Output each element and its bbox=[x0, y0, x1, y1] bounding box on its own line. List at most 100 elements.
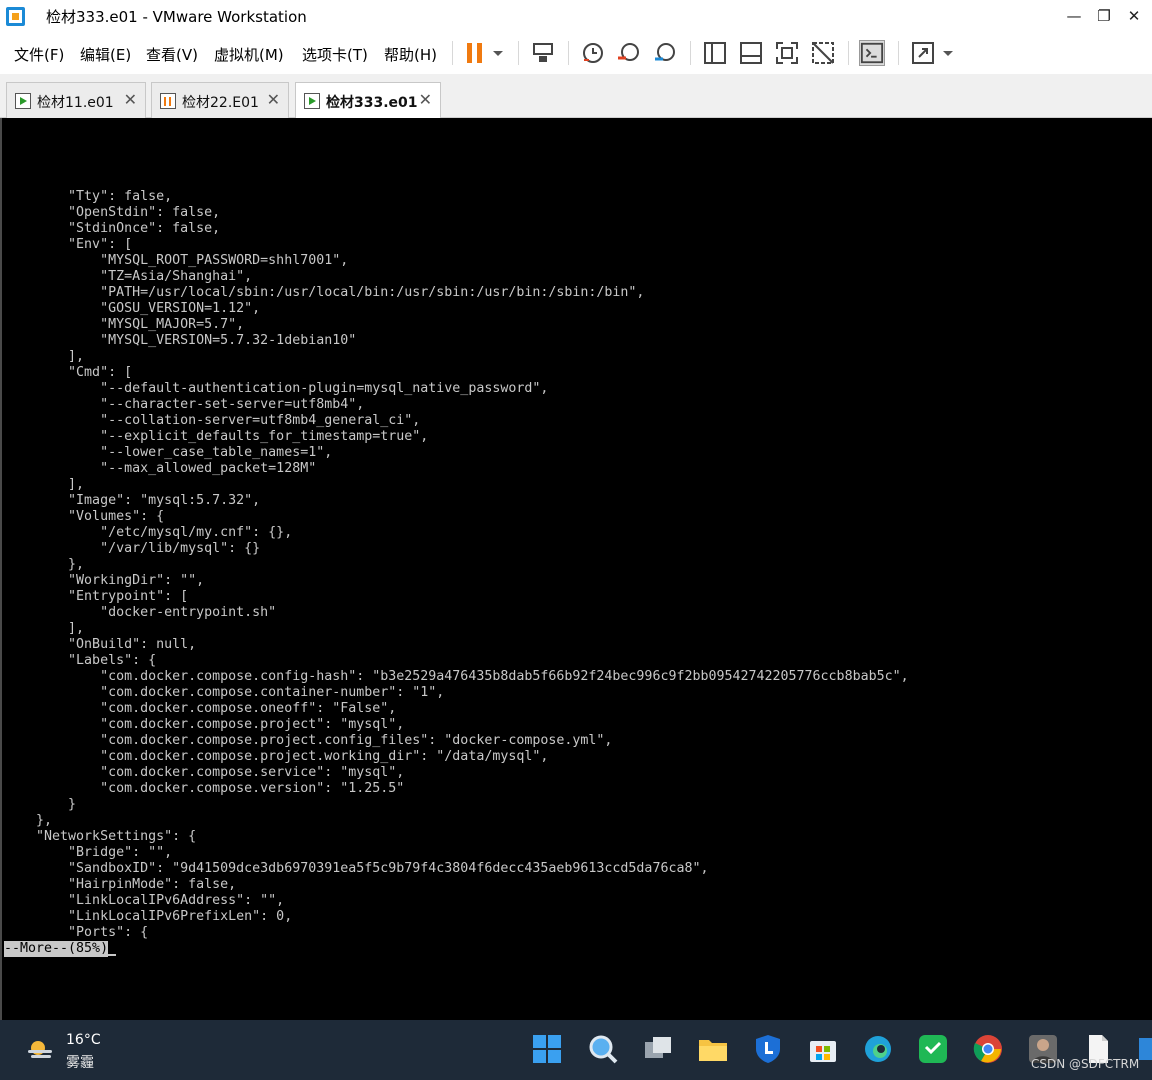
tab-close-icon[interactable]: ✕ bbox=[267, 90, 280, 109]
vm-paused-icon bbox=[160, 93, 176, 109]
console-line: "docker-entrypoint.sh" bbox=[4, 605, 277, 620]
weather-haze-icon[interactable] bbox=[26, 1038, 54, 1062]
restore-button[interactable]: ❐ bbox=[1090, 0, 1118, 32]
chrome-icon[interactable] bbox=[971, 1032, 1005, 1066]
vm-tab-bar: 检材11.e01 ✕ 检材22.E01 ✕ 检材333.e01 ✕ bbox=[0, 74, 1152, 118]
menu-vm[interactable]: 虚拟机(M) bbox=[214, 44, 284, 65]
console-line: ], bbox=[4, 477, 85, 492]
thumbnail-bar-icon[interactable] bbox=[738, 40, 764, 66]
console-line: "WorkingDir": "", bbox=[4, 573, 205, 588]
start-icon[interactable] bbox=[530, 1032, 564, 1066]
menu-edit[interactable]: 编辑(E) bbox=[80, 44, 131, 65]
show-library-icon[interactable] bbox=[702, 40, 728, 66]
console-line: }, bbox=[4, 813, 53, 828]
console-line: "/etc/mysql/my.cnf": {}, bbox=[4, 525, 293, 540]
console-line: "MYSQL_VERSION=5.7.32-1debian10" bbox=[4, 333, 357, 348]
console-line: "--lower_case_table_names=1", bbox=[4, 445, 333, 460]
weather-temperature: 16°C bbox=[66, 1032, 101, 1048]
console-line: "--explicit_defaults_for_timestamp=true"… bbox=[4, 429, 429, 444]
console-line: "Labels": { bbox=[4, 653, 157, 668]
console-line: "/var/lib/mysql": {} bbox=[4, 541, 261, 556]
console-line: "com.docker.compose.container-number": "… bbox=[4, 685, 445, 700]
windows-taskbar: 16°C 雾霾 CSDN @SDFCTRM bbox=[0, 1020, 1152, 1080]
search-icon[interactable] bbox=[586, 1032, 620, 1066]
text-cursor bbox=[108, 954, 116, 956]
console-line: "Volumes": { bbox=[4, 509, 165, 524]
stretch-guest-icon[interactable] bbox=[910, 40, 936, 66]
toolbar-separator bbox=[848, 41, 849, 65]
console-line: "--character-set-server=utf8mb4", bbox=[4, 397, 365, 412]
window-title: 检材333.e01 - VMware Workstation bbox=[46, 8, 307, 26]
tab-vm-3[interactable]: 检材333.e01 ✕ bbox=[295, 82, 441, 118]
snapshot-manager-icon[interactable] bbox=[652, 40, 678, 66]
more-prompt: --More--(85%) bbox=[4, 941, 109, 957]
console-line: "Ports": { bbox=[4, 925, 149, 940]
vm-running-icon bbox=[304, 93, 320, 109]
console-line: ], bbox=[4, 349, 85, 364]
vm-console[interactable]: --More--(85%) "Tty": false, "OpenStdin":… bbox=[0, 118, 1152, 1020]
console-line: "Env": [ bbox=[4, 237, 133, 252]
console-line: }, bbox=[4, 557, 85, 572]
console-line: "LinkLocalIPv6Address": "", bbox=[4, 893, 285, 908]
tab-close-icon[interactable]: ✕ bbox=[124, 90, 137, 109]
console-line: "NetworkSettings": { bbox=[4, 829, 197, 844]
console-line: "--max_allowed_packet=128M" bbox=[4, 461, 317, 476]
tab-label: 检材22.E01 bbox=[182, 95, 259, 111]
wechat-icon[interactable] bbox=[916, 1032, 950, 1066]
menu-bar: 文件(F) 编辑(E) 查看(V) 虚拟机(M) 选项卡(T) 帮助(H) bbox=[0, 32, 1152, 74]
edge-icon[interactable] bbox=[861, 1032, 895, 1066]
revert-snapshot-icon[interactable] bbox=[616, 40, 642, 66]
console-line: "LinkLocalIPv6PrefixLen": 0, bbox=[4, 909, 293, 924]
full-screen-icon[interactable] bbox=[774, 40, 800, 66]
stretch-dropdown-chevron-icon[interactable] bbox=[940, 40, 956, 66]
console-line: "StdinOnce": false, bbox=[4, 221, 221, 236]
toolbar-separator bbox=[518, 41, 519, 65]
tab-label: 检材333.e01 bbox=[326, 95, 418, 111]
console-line: "MYSQL_MAJOR=5.7", bbox=[4, 317, 245, 332]
console-line: "Bridge": "", bbox=[4, 845, 173, 860]
console-line: "Image": "mysql:5.7.32", bbox=[4, 493, 261, 508]
console-line: "TZ=Asia/Shanghai", bbox=[4, 269, 253, 284]
snapshot-icon[interactable] bbox=[580, 40, 606, 66]
security-app-icon[interactable] bbox=[751, 1032, 785, 1066]
console-line: "HairpinMode": false, bbox=[4, 877, 237, 892]
power-dropdown-chevron-icon[interactable] bbox=[490, 40, 506, 66]
menu-tabs[interactable]: 选项卡(T) bbox=[302, 44, 368, 65]
send-ctrl-alt-del-icon[interactable] bbox=[530, 40, 556, 66]
console-line: "com.docker.compose.project.config_files… bbox=[4, 733, 613, 748]
task-view-icon[interactable] bbox=[641, 1032, 675, 1066]
csdn-watermark: CSDN @SDFCTRM bbox=[1031, 1057, 1140, 1071]
menu-file[interactable]: 文件(F) bbox=[14, 44, 64, 65]
vmware-logo-icon bbox=[6, 7, 25, 26]
toolbar-separator bbox=[452, 41, 453, 65]
tab-vm-1[interactable]: 检材11.e01 ✕ bbox=[6, 82, 146, 118]
console-line: "PATH=/usr/local/sbin:/usr/local/bin:/us… bbox=[4, 285, 645, 300]
console-line: "OnBuild": null, bbox=[4, 637, 197, 652]
vm-running-icon bbox=[15, 93, 31, 109]
console-line: } bbox=[4, 797, 77, 812]
menu-help[interactable]: 帮助(H) bbox=[384, 44, 437, 65]
console-view-icon[interactable] bbox=[859, 40, 885, 66]
console-line: "com.docker.compose.project": "mysql", bbox=[4, 717, 405, 732]
console-line: "com.docker.compose.project.working_dir"… bbox=[4, 749, 549, 764]
pause-icon[interactable] bbox=[462, 40, 488, 66]
close-button[interactable]: ✕ bbox=[1120, 0, 1148, 32]
console-line: "Cmd": [ bbox=[4, 365, 133, 380]
minimize-button[interactable]: — bbox=[1060, 0, 1088, 32]
tab-label: 检材11.e01 bbox=[37, 95, 114, 111]
tab-vm-2[interactable]: 检材22.E01 ✕ bbox=[151, 82, 289, 118]
store-icon[interactable] bbox=[806, 1032, 840, 1066]
toolbar-separator bbox=[898, 41, 899, 65]
console-line: "OpenStdin": false, bbox=[4, 205, 221, 220]
console-line: ], bbox=[4, 621, 85, 636]
file-explorer-icon[interactable] bbox=[696, 1032, 730, 1066]
console-line: "Tty": false, bbox=[4, 189, 173, 204]
tab-close-icon[interactable]: ✕ bbox=[419, 90, 432, 109]
console-line: "com.docker.compose.version": "1.25.5" bbox=[4, 781, 405, 796]
console-line: "--default-authentication-plugin=mysql_n… bbox=[4, 381, 549, 396]
weather-description: 雾霾 bbox=[66, 1055, 94, 1071]
menu-view[interactable]: 查看(V) bbox=[146, 44, 198, 65]
unity-icon[interactable] bbox=[810, 40, 836, 66]
toolbar-separator bbox=[568, 41, 569, 65]
toolbar-separator bbox=[690, 41, 691, 65]
